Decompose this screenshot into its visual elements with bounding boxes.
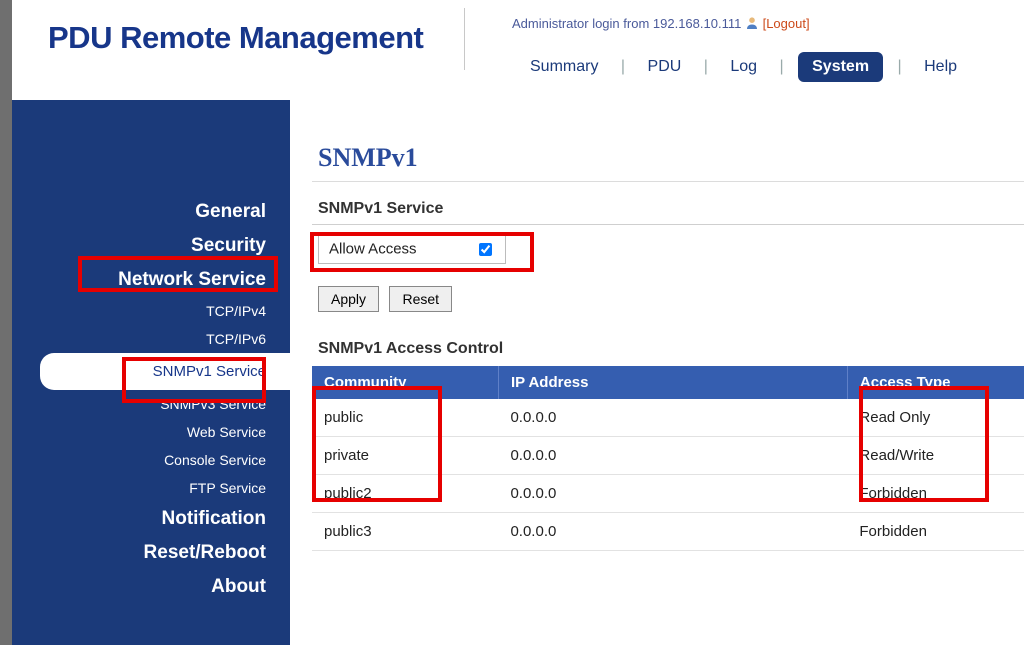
annotation-box [122, 357, 266, 403]
nav-sep: | [780, 58, 784, 76]
sidebar-item-ftp-service[interactable]: FTP Service [12, 474, 290, 502]
sidebar-item-web-service[interactable]: Web Service [12, 418, 290, 446]
cell-community: public3 [312, 513, 498, 551]
sidebar-item-notification[interactable]: Notification [12, 502, 290, 536]
cell-access: Forbidden [847, 513, 1024, 551]
annotation-box [78, 256, 278, 292]
apply-button[interactable]: Apply [318, 286, 379, 312]
nav-system[interactable]: System [798, 52, 883, 82]
sidebar-item-tcpipv4[interactable]: TCP/IPv4 [12, 297, 290, 325]
top-nav: Summary | PDU | Log | System | Help [522, 52, 965, 82]
nav-summary[interactable]: Summary [522, 54, 606, 80]
nav-pdu[interactable]: PDU [640, 54, 690, 80]
sidebar-item-general[interactable]: General [12, 195, 290, 229]
user-icon [745, 16, 759, 30]
divider [312, 224, 1024, 225]
section-snmpv1-service: SNMPv1 Service [318, 200, 1024, 218]
header: PDU Remote Management Administrator logi… [12, 0, 1024, 100]
annotation-box [312, 386, 442, 502]
nav-sep: | [704, 58, 708, 76]
page-title: SNMPv1 [312, 137, 1024, 182]
nav-sep: | [621, 58, 625, 76]
login-info: Administrator login from 192.168.10.111 … [512, 16, 810, 31]
cell-ip: 0.0.0.0 [498, 437, 847, 475]
cell-ip: 0.0.0.0 [498, 475, 847, 513]
button-row: Apply Reset [318, 286, 1024, 312]
nav-log[interactable]: Log [722, 54, 765, 80]
nav-sep: | [898, 58, 902, 76]
section-access-control: SNMPv1 Access Control [318, 340, 1024, 358]
table-row[interactable]: public3 0.0.0.0 Forbidden [312, 513, 1024, 551]
col-ip: IP Address [498, 366, 847, 399]
app-logo: PDU Remote Management [48, 20, 423, 56]
cell-ip: 0.0.0.0 [498, 399, 847, 437]
cell-ip: 0.0.0.0 [498, 513, 847, 551]
sidebar-item-tcpipv6[interactable]: TCP/IPv6 [12, 325, 290, 353]
reset-button[interactable]: Reset [389, 286, 452, 312]
sidebar-item-reset-reboot[interactable]: Reset/Reboot [12, 536, 290, 570]
nav-help[interactable]: Help [916, 54, 965, 80]
main-content: SNMPv1 SNMPv1 Service Allow Access Apply… [290, 125, 1024, 645]
sidebar-item-console-service[interactable]: Console Service [12, 446, 290, 474]
annotation-box [859, 386, 989, 502]
logout-link[interactable]: [Logout] [763, 16, 810, 31]
sidebar-item-about[interactable]: About [12, 570, 290, 604]
annotation-box [310, 232, 534, 272]
login-ip: 192.168.10.111 [653, 16, 741, 31]
header-divider [464, 8, 465, 70]
login-prefix: Administrator login from [512, 16, 653, 31]
